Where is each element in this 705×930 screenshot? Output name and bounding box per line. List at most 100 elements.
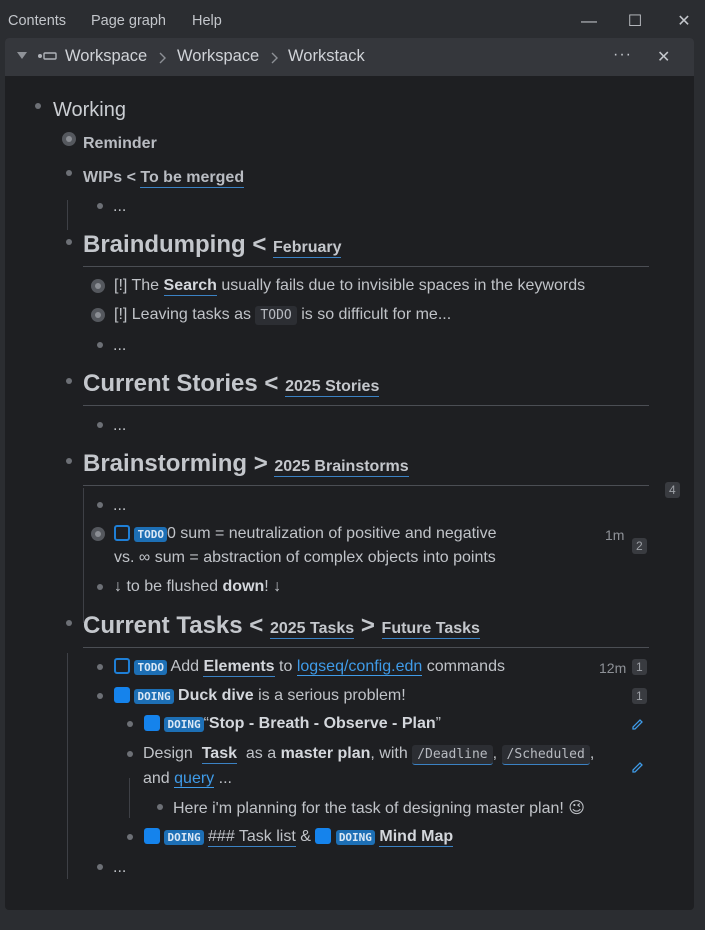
link-query[interactable]: query	[174, 770, 215, 788]
doing-marker[interactable]: DOING	[134, 689, 174, 704]
doing-marker[interactable]: DOING	[164, 830, 204, 845]
link-config-edn[interactable]: logseq/config.edn	[296, 658, 423, 676]
block-bullet[interactable]	[66, 620, 72, 626]
edit-pencil-icon[interactable]	[631, 718, 644, 731]
block-wips[interactable]: WIPs < To be merged	[83, 169, 245, 188]
block-bullet[interactable]	[66, 239, 72, 245]
block-reminder[interactable]: Reminder	[83, 135, 157, 153]
page-ref-2025-tasks[interactable]: 2025 Tasks	[269, 620, 355, 639]
t4-master: master plan	[280, 745, 371, 762]
heading-current-tasks[interactable]: Current Tasks < 2025 Tasks > Future Task…	[83, 612, 480, 640]
collapsed-bullet[interactable]	[62, 132, 76, 146]
menu-page-graph[interactable]: Page graph	[91, 13, 166, 29]
block-bullet[interactable]	[35, 103, 41, 109]
heading-divider	[83, 485, 649, 486]
page-ref-2025-brainstorms[interactable]: 2025 Brainstorms	[274, 458, 409, 477]
menu-help[interactable]: Help	[192, 13, 222, 29]
block-bullet[interactable]	[157, 804, 163, 810]
block-bullet[interactable]	[97, 693, 103, 699]
block-bullet[interactable]	[127, 751, 133, 757]
page-ref-2025-stories[interactable]: 2025 Stories	[285, 378, 380, 397]
block-bullet[interactable]	[97, 864, 103, 870]
page-ref-task[interactable]: Task	[201, 745, 237, 764]
block-t6[interactable]: DOING ### Task list & DOING Mind Map	[144, 828, 454, 847]
block-bs-task[interactable]: TODO 0 sum = neutralization of positive a…	[114, 525, 497, 543]
children-count-badge[interactable]: 1	[632, 688, 647, 704]
children-count-badge[interactable]: 2	[632, 538, 647, 554]
doing-marker[interactable]: DOING	[164, 717, 204, 732]
command-scheduled[interactable]: /Scheduled	[501, 745, 590, 765]
block-bd1[interactable]: [!] The Search usually fails due to invi…	[114, 277, 586, 296]
page-ref-search[interactable]: Search	[163, 277, 217, 296]
page-ref-future-tasks[interactable]: Future Tasks	[381, 620, 480, 639]
edit-pencil-icon[interactable]	[631, 761, 644, 774]
block-ellipsis[interactable]: ...	[113, 198, 126, 216]
children-count-badge[interactable]: 4	[665, 482, 680, 498]
block-ellipsis[interactable]: ...	[113, 497, 126, 515]
t4-dots: ...	[218, 770, 232, 787]
task-checkbox-doing[interactable]	[144, 828, 160, 844]
task-checkbox[interactable]	[114, 525, 130, 541]
block-bullet[interactable]	[97, 422, 103, 428]
block-ellipsis[interactable]: ...	[113, 337, 126, 355]
block-bullet[interactable]	[97, 502, 103, 508]
bd1-rest: usually fails due to invisible spaces in…	[221, 277, 586, 294]
block-working[interactable]: Working	[53, 99, 126, 122]
block-t4-line2[interactable]: and query ...	[143, 770, 232, 788]
command-deadline[interactable]: /Deadline	[412, 745, 493, 765]
flush-suffix: ! ↓	[264, 578, 282, 595]
t4-asa: as a	[245, 745, 277, 762]
heading-current-stories[interactable]: Current Stories < 2025 Stories	[83, 370, 380, 398]
t6-amp: &	[300, 828, 311, 845]
heading-brainstorming[interactable]: Brainstorming > 2025 Brainstorms	[83, 450, 409, 478]
task-checkbox-doing[interactable]	[315, 828, 332, 844]
block-ellipsis[interactable]: ...	[113, 859, 126, 877]
todo-marker[interactable]: TODO	[134, 527, 167, 542]
block-bullet[interactable]	[97, 342, 103, 348]
heading-braindumping[interactable]: Braindumping < February	[83, 231, 342, 259]
page-ref-february[interactable]: February	[273, 239, 342, 258]
block-bullet[interactable]	[127, 721, 133, 727]
doing-marker[interactable]: DOING	[335, 830, 375, 845]
quote-close: ”	[435, 715, 441, 732]
block-ellipsis[interactable]: ...	[113, 417, 126, 435]
block-bullet[interactable]	[97, 664, 103, 670]
bd2-prefix: [!] Leaving tasks as	[114, 306, 251, 323]
lt-symbol: <	[126, 169, 136, 186]
collapsed-bullet[interactable]	[91, 279, 105, 293]
collapsed-bullet[interactable]	[91, 527, 105, 541]
page-ref-task-list[interactable]: ### Task list	[208, 828, 296, 847]
page-ref-to-be-merged[interactable]: To be merged	[140, 169, 245, 188]
lt-symbol: <	[264, 370, 279, 397]
block-bd2[interactable]: [!] Leaving tasks as TODO is so difficul…	[114, 306, 451, 325]
collapsed-bullet[interactable]	[91, 308, 105, 322]
task-checkbox-doing[interactable]	[114, 687, 130, 703]
block-bullet[interactable]	[97, 584, 103, 590]
close-window-icon[interactable]: ✕	[671, 9, 697, 35]
t2-rest: is a serious problem!	[258, 687, 406, 704]
t1-to: to	[279, 658, 293, 675]
brainstorming-label: Brainstorming	[83, 450, 248, 477]
t2-bold: Duck dive	[178, 687, 254, 704]
block-bullet[interactable]	[97, 203, 103, 209]
block-bullet[interactable]	[127, 834, 133, 840]
block-t4[interactable]: Design Task as a master plan, with /Dead…	[143, 745, 594, 765]
block-t3[interactable]: DOING “Stop - Breath - Observe - Plan”	[144, 715, 441, 733]
block-t1[interactable]: TODO Add Elements to logseq/config.edn c…	[114, 658, 505, 677]
block-t2[interactable]: DOING Duck dive is a serious problem!	[114, 687, 406, 705]
block-bullet[interactable]	[66, 378, 72, 384]
task-checkbox[interactable]	[114, 658, 130, 674]
maximize-icon[interactable]: ☐	[622, 9, 648, 35]
page-ref-elements[interactable]: Elements	[203, 658, 275, 677]
page-ref-mind-map[interactable]: Mind Map	[379, 828, 454, 847]
task-checkbox-doing[interactable]	[144, 715, 160, 731]
minimize-icon[interactable]: —	[576, 9, 602, 35]
menu-contents[interactable]: Contents	[8, 13, 66, 29]
inline-code: TODO	[255, 306, 297, 325]
children-count-badge[interactable]: 1	[632, 659, 647, 675]
block-bullet[interactable]	[66, 458, 72, 464]
todo-marker[interactable]: TODO	[134, 660, 167, 675]
block-flush[interactable]: ↓ to be flushed down! ↓	[114, 578, 281, 596]
block-t5[interactable]: Here i'm planning for the task of design…	[173, 798, 585, 818]
block-bullet[interactable]	[66, 170, 72, 176]
